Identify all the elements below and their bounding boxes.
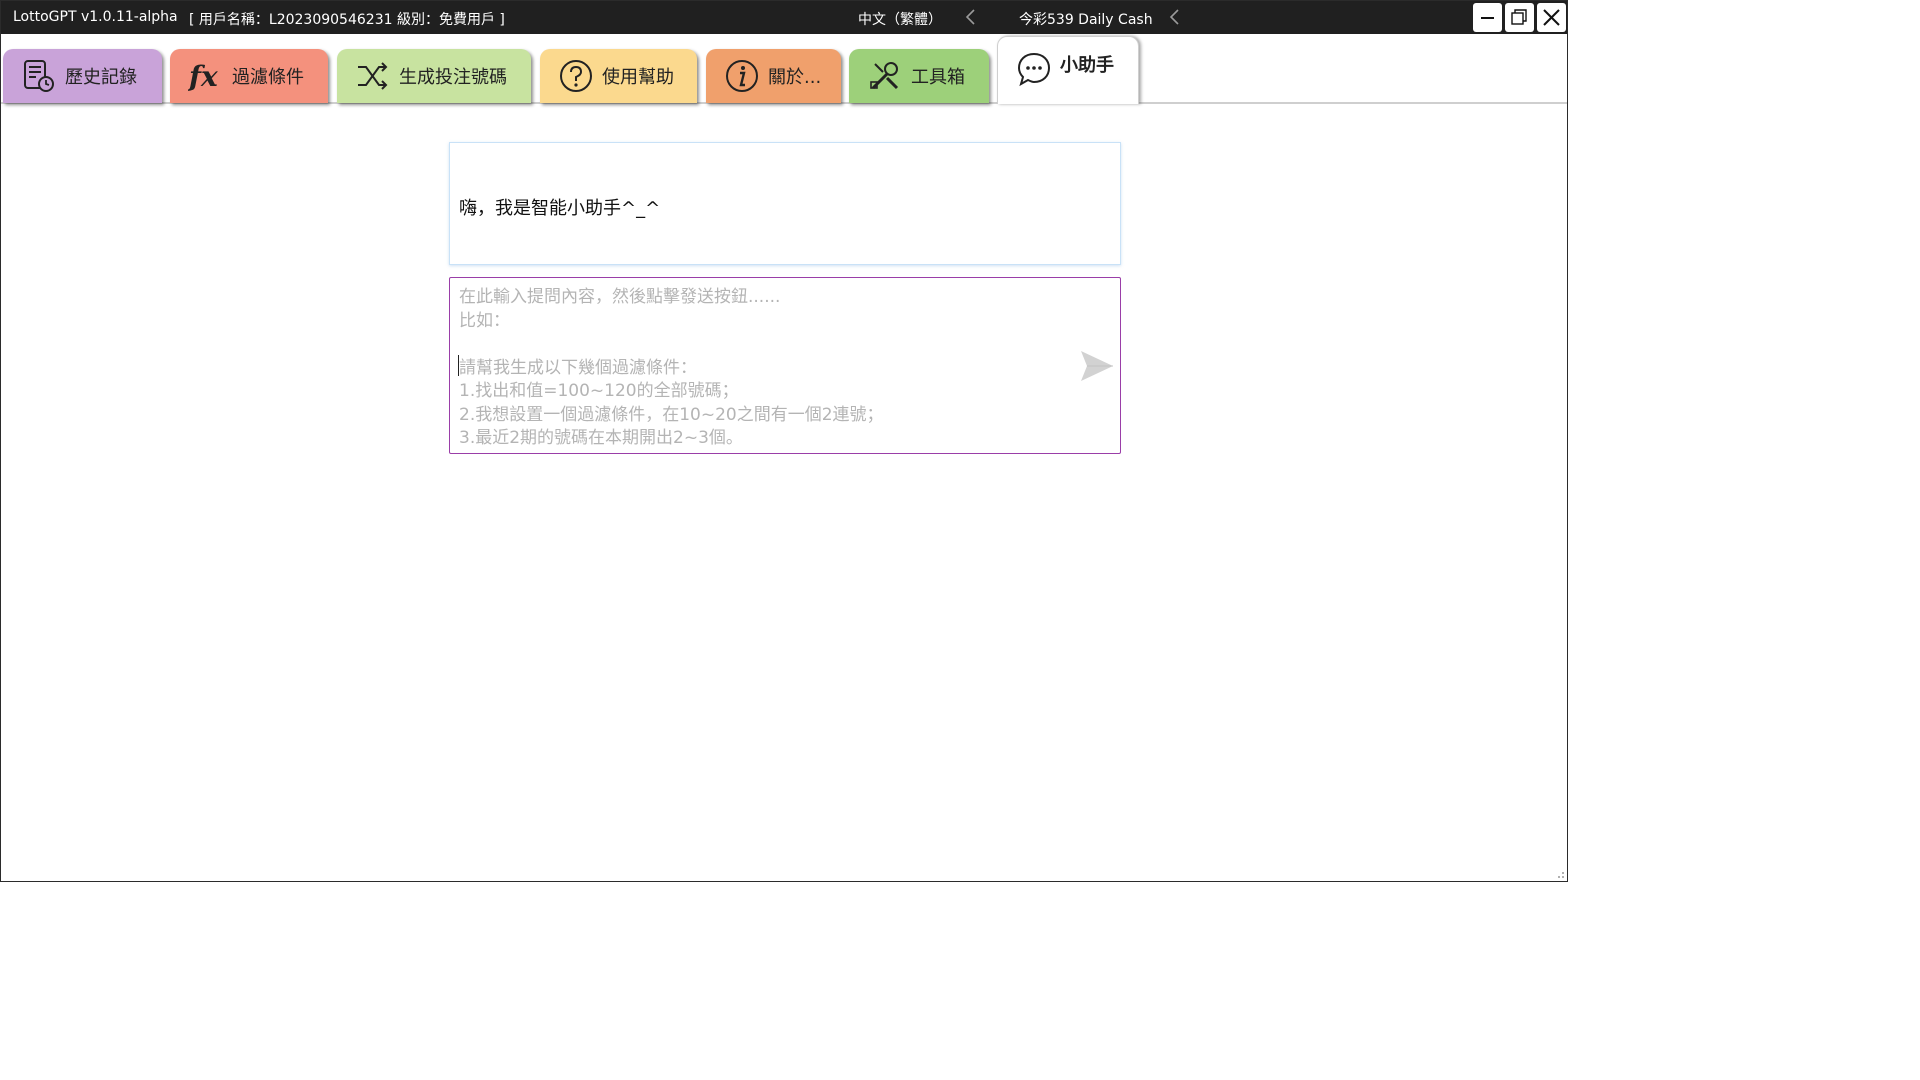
restore-button[interactable]	[1505, 3, 1534, 32]
tab-label: 過濾條件	[232, 67, 304, 88]
question-input[interactable]: 在此輸入提問內容，然後點擊發送按鈕...... 比如： 請幫我生成以下幾個過濾條…	[449, 277, 1121, 454]
language-selector[interactable]: 中文（繁體）	[858, 9, 942, 29]
info-icon	[726, 60, 758, 92]
question-input-placeholder: 在此輸入提問內容，然後點擊發送按鈕...... 比如： 請幫我生成以下幾個過濾條…	[459, 287, 884, 448]
app-window: LottoGPT v1.0.11-alpha [ 用戶名稱：L202309054…	[0, 0, 1568, 882]
tab-about[interactable]: 關於...	[706, 49, 841, 103]
tab-history[interactable]: 歷史記錄	[3, 49, 162, 103]
assistant-response-box: 嗨，我是智能小助手^_^	[449, 142, 1121, 265]
text-caret	[458, 355, 459, 376]
tab-label: 關於...	[768, 67, 822, 88]
app-title: LottoGPT v1.0.11-alpha	[13, 9, 178, 25]
tab-filter-conditions[interactable]: fx 過濾條件	[170, 49, 328, 103]
close-icon	[1543, 9, 1560, 26]
tab-assistant[interactable]: 小助手	[997, 36, 1139, 104]
chevron-left-icon[interactable]	[963, 8, 977, 26]
tab-label: 生成投注號碼	[399, 67, 507, 88]
tab-label: 小助手	[1060, 55, 1114, 76]
user-info: [ 用戶名稱：L2023090546231 級別：免費用戶 ]	[189, 12, 505, 28]
tab-label: 使用幫助	[602, 67, 674, 88]
svg-text:fx: fx	[188, 60, 218, 93]
tab-help[interactable]: 使用幫助	[540, 49, 697, 103]
lottery-selector[interactable]: 今彩539 Daily Cash	[1019, 9, 1153, 29]
resize-grip-icon[interactable]	[1555, 869, 1565, 879]
assistant-greeting: 嗨，我是智能小助手^_^	[459, 198, 661, 219]
chevron-left-icon[interactable]	[1167, 8, 1181, 26]
close-button[interactable]	[1537, 3, 1566, 32]
minimize-button[interactable]	[1473, 3, 1502, 32]
restore-icon	[1511, 9, 1527, 25]
title-bar: LottoGPT v1.0.11-alpha [ 用戶名稱：L202309054…	[1, 1, 1567, 34]
tab-label: 工具箱	[911, 67, 965, 88]
function-fx-icon: fx	[188, 60, 218, 93]
tab-label: 歷史記錄	[65, 67, 137, 88]
tab-generate-numbers[interactable]: 生成投注號碼	[337, 49, 531, 103]
tab-strip: 歷史記錄 fx 過濾條件 生成投注號碼 使用幫助 關於... 工具箱 小助手	[1, 34, 1567, 104]
minimize-icon	[1481, 17, 1494, 19]
shuffle-icon	[358, 62, 388, 90]
tab-toolbox[interactable]: 工具箱	[849, 49, 989, 103]
history-icon	[24, 60, 54, 92]
chat-icon	[1017, 52, 1051, 87]
send-icon[interactable]	[1080, 350, 1114, 382]
question-icon	[560, 60, 592, 92]
tools-icon	[870, 62, 899, 90]
